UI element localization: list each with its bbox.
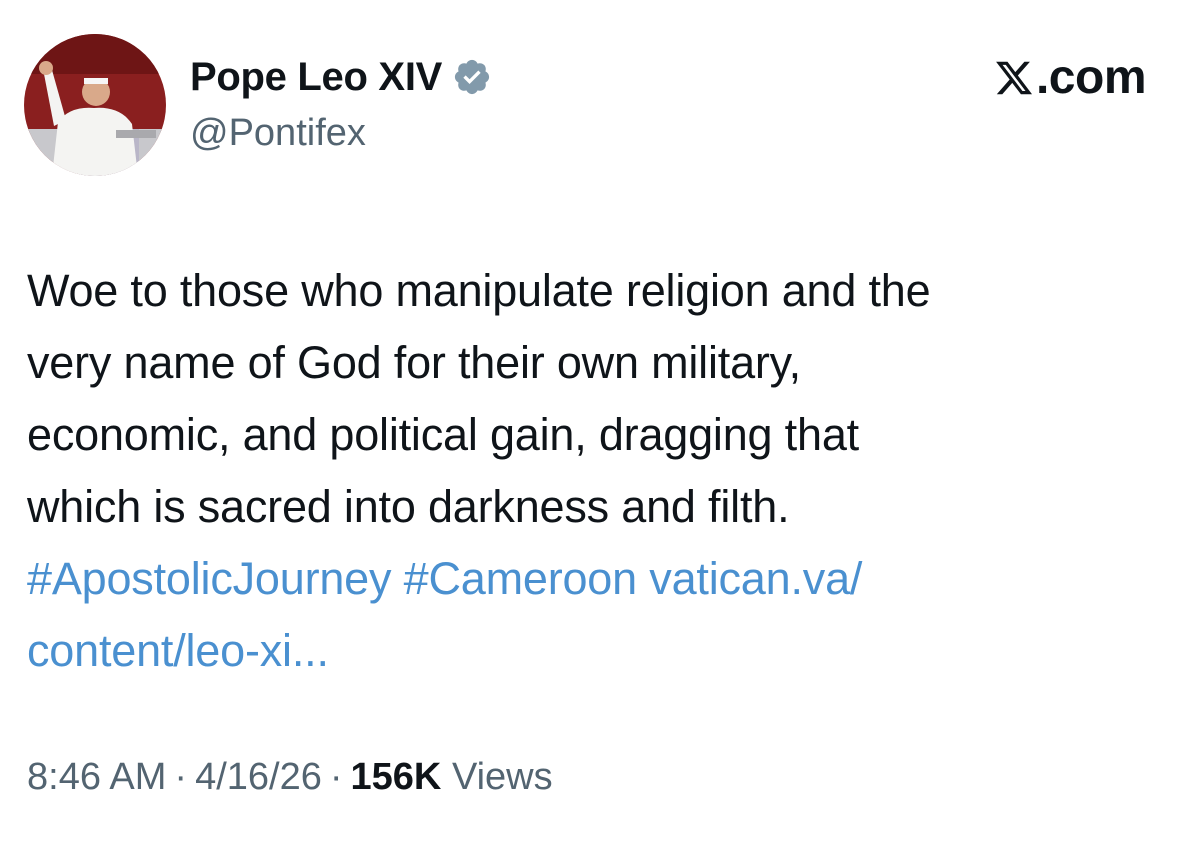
hashtag-apostolic-journey[interactable]: #ApostolicJourney — [27, 553, 392, 604]
x-logo-icon — [994, 58, 1034, 98]
source-label: .com — [1035, 51, 1147, 104]
meta-separator: · — [174, 756, 188, 798]
views-count: 156K — [350, 756, 442, 798]
tweet-links-line: content/leo-xi... — [27, 615, 1167, 687]
source-watermark: .com — [994, 50, 1147, 105]
meta-separator: · — [329, 756, 343, 798]
tweet-text-line: economic, and political gain, dragging t… — [27, 409, 859, 460]
url-link-part[interactable]: content/leo-xi... — [27, 625, 329, 676]
tweet-meta: 8:46 AM · 4/16/26 · 156K Views — [27, 756, 553, 799]
author-row: Pope Leo XIV — [190, 52, 492, 102]
tweet-text-line: very name of God for their own military, — [27, 337, 801, 388]
author-handle[interactable]: @Pontifex — [190, 112, 366, 155]
tweet-text-line: Woe to those who manipulate religion and… — [27, 265, 931, 316]
author-display-name[interactable]: Pope Leo XIV — [190, 55, 442, 100]
tweet-card: Pope Leo XIV @Pontifex .com Woe to those… — [0, 0, 1200, 844]
verified-badge-icon — [452, 57, 492, 97]
hashtag-cameroon[interactable]: #Cameroon — [404, 553, 638, 604]
views-label: Views — [451, 756, 553, 798]
tweet-text-line: which is sacred into darkness and filth. — [27, 481, 790, 532]
url-link-part[interactable]: vatican.va/ — [649, 553, 862, 604]
tweet-text: Woe to those who manipulate religion and… — [27, 255, 1167, 687]
tweet-date[interactable]: 4/16/26 — [195, 756, 322, 798]
tweet-links-line: #ApostolicJourney #Cameroon vatican.va/ — [27, 543, 1167, 615]
avatar[interactable] — [24, 34, 166, 176]
tweet-time[interactable]: 8:46 AM — [27, 756, 166, 798]
avatar-photo-icon — [24, 34, 166, 176]
